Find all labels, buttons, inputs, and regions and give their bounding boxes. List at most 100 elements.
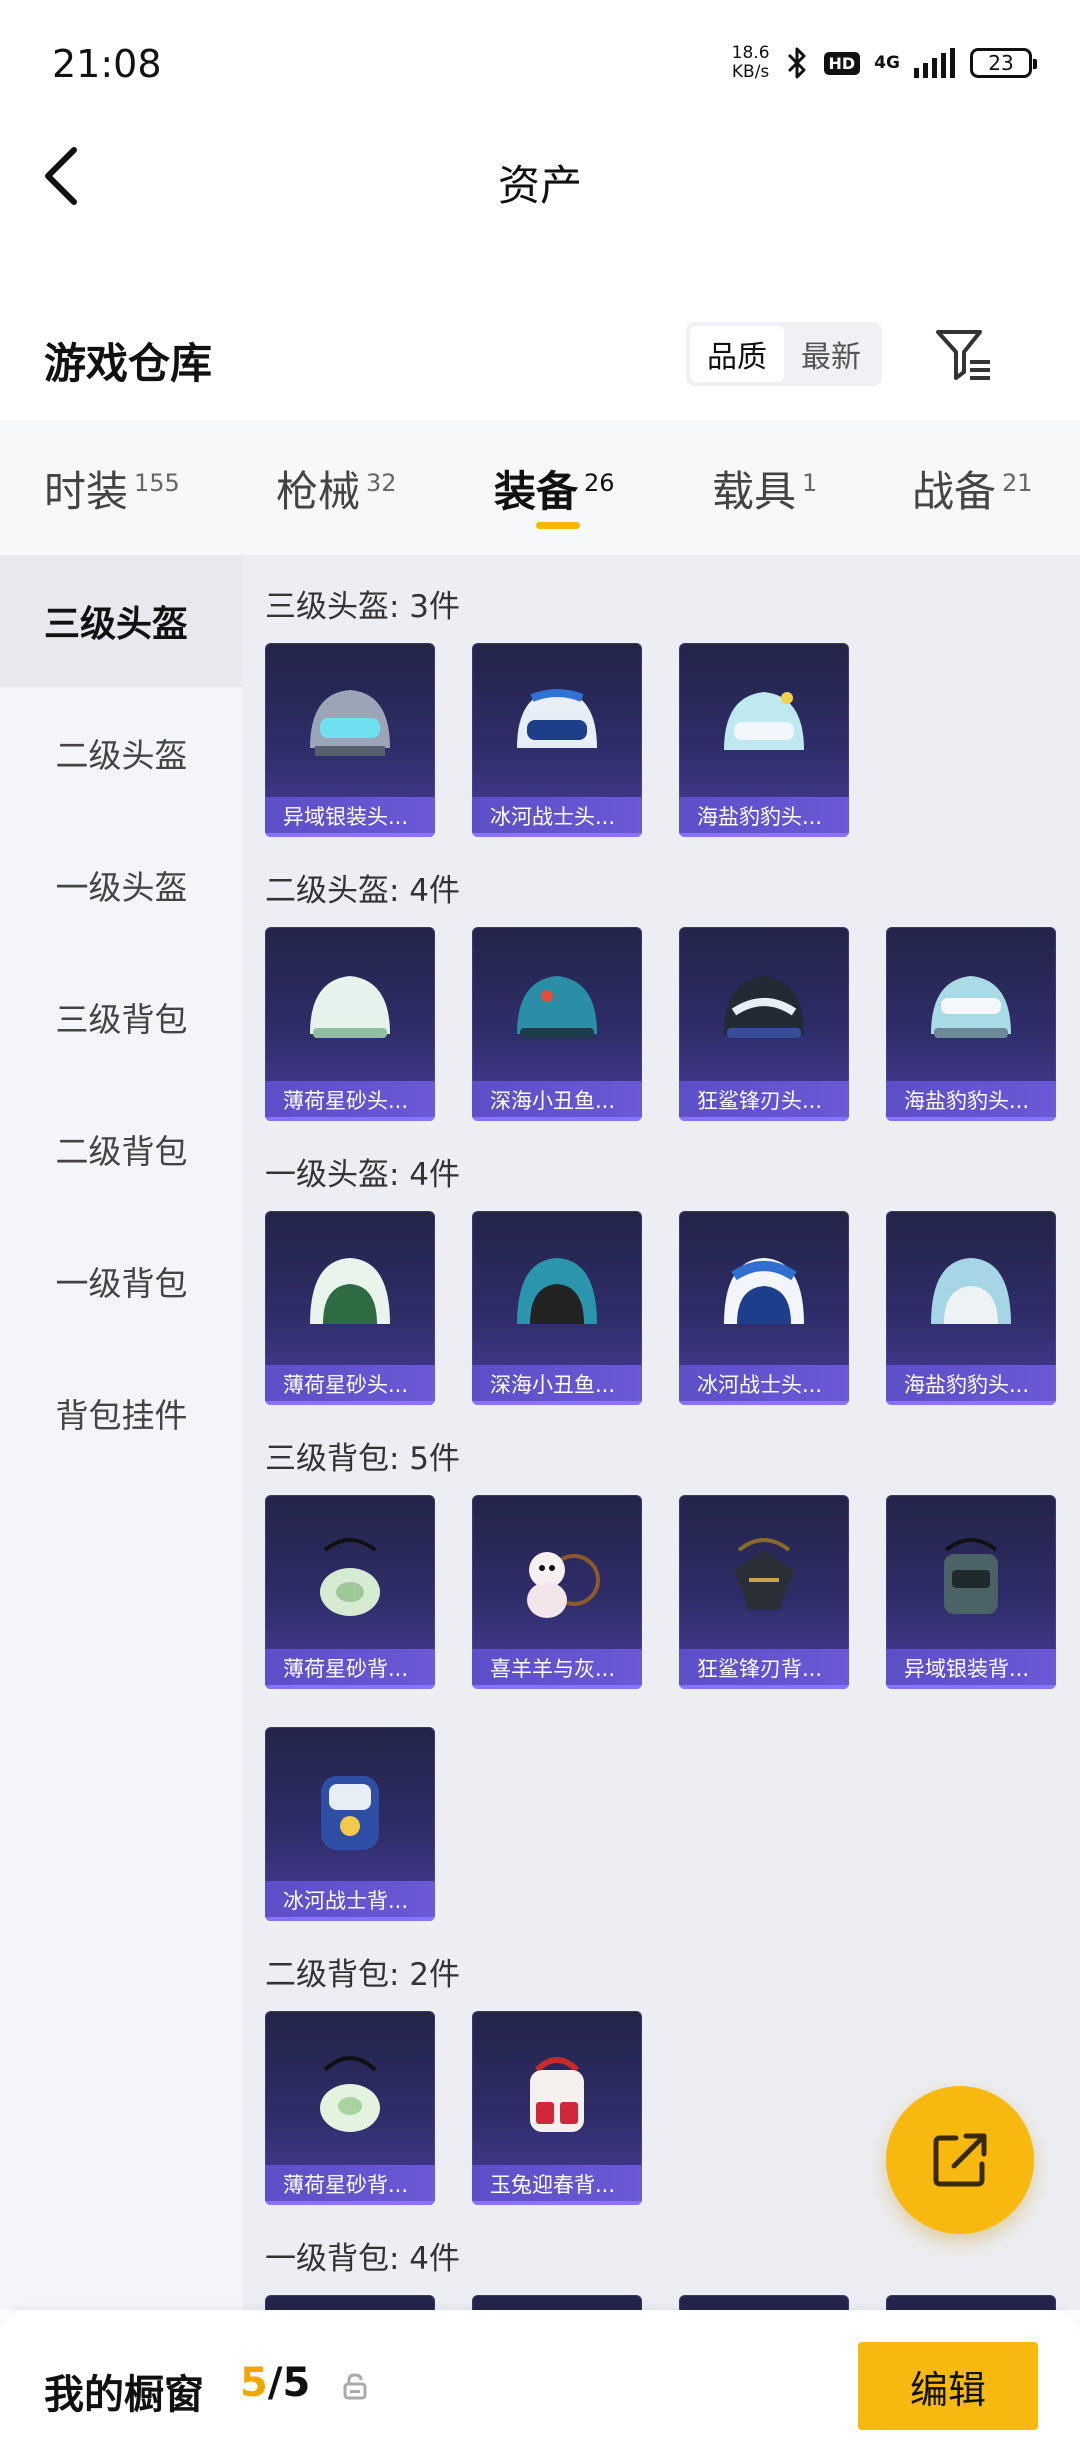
backpack-icon — [265, 1747, 435, 1877]
page-title: 资产 — [497, 161, 582, 210]
signal-icon — [914, 48, 956, 78]
tab-firearms[interactable]: 枪械 32 — [276, 458, 397, 519]
tab-count: 1 — [802, 469, 818, 497]
item-card[interactable] — [679, 2295, 849, 2310]
edit-button[interactable]: 编辑 — [858, 2342, 1038, 2430]
item-name: 薄荷星砂背... — [265, 2165, 435, 2205]
item-card[interactable]: 海盐豹豹头... — [886, 927, 1056, 1121]
rarity-bar — [886, 1117, 1056, 1121]
backpack-icon — [472, 1515, 642, 1645]
section-title: 三级背包: 5件 — [265, 1441, 461, 1477]
sidebar-item-level2-helmet[interactable]: 二级头盔 — [0, 687, 243, 819]
sidebar-item-level3-helmet[interactable]: 三级头盔 — [0, 555, 243, 687]
item-card[interactable]: 冰河战士背... — [265, 1727, 435, 1921]
item-card[interactable]: 薄荷星砂头... — [265, 927, 435, 1121]
item-card[interactable]: 狂鲨锋刃头... — [679, 927, 849, 1121]
helmet-icon — [679, 663, 849, 793]
item-card[interactable]: 狂鲨锋刃背... — [679, 1495, 849, 1689]
sidebar-item-level1-helmet[interactable]: 一级头盔 — [0, 819, 243, 951]
item-card[interactable]: 深海小丑鱼... — [472, 927, 642, 1121]
item-name: 海盐豹豹头... — [886, 1365, 1056, 1405]
helmet-icon — [265, 663, 435, 793]
tab-count: 155 — [134, 469, 180, 497]
rarity-bar — [679, 1401, 849, 1405]
tab-label: 枪械 — [276, 467, 361, 516]
rarity-bar — [886, 1685, 1056, 1689]
tab-fashion[interactable]: 时装 155 — [44, 458, 180, 519]
sort-by-newest[interactable]: 最新 — [784, 326, 878, 382]
rarity-bar — [265, 2201, 435, 2205]
lock-icon — [342, 2372, 368, 2404]
item-name: 喜羊羊与灰... — [472, 1649, 642, 1689]
helmet-icon — [679, 947, 849, 1077]
subcategory-sidebar: 三级头盔 二级头盔 一级头盔 三级背包 二级背包 一级背包 背包挂件 — [0, 555, 243, 2310]
item-card[interactable] — [265, 2295, 435, 2310]
rarity-bar — [886, 1401, 1056, 1405]
tab-equipment[interactable]: 装备 26 — [494, 458, 615, 519]
status-icons: 18.6 KB/s HD 4G 23 — [731, 43, 1037, 82]
item-name: 玉兔迎春背... — [472, 2165, 642, 2205]
net-speed-unit: KB/s — [731, 62, 770, 82]
tab-label: 装备 — [494, 467, 579, 516]
item-card[interactable] — [886, 2295, 1056, 2310]
rarity-bar — [679, 833, 849, 837]
item-name: 冰河战士头... — [679, 1365, 849, 1405]
backpack-icon — [265, 1515, 435, 1645]
bluetooth-icon — [784, 46, 810, 80]
helmet-icon — [679, 1231, 849, 1361]
item-card[interactable]: 异域银装背... — [886, 1495, 1056, 1689]
battery-level: 23 — [988, 51, 1014, 75]
item-name: 薄荷星砂头... — [265, 1365, 435, 1405]
rarity-bar — [472, 1401, 642, 1405]
item-name: 异域银装背... — [886, 1649, 1056, 1689]
sidebar-item-backpack-charm[interactable]: 背包挂件 — [0, 1347, 243, 1479]
showcase-label: 我的橱窗 — [44, 2372, 204, 2418]
sidebar-item-level1-backpack[interactable]: 一级背包 — [0, 1215, 243, 1347]
item-card[interactable]: 冰河战士头... — [679, 1211, 849, 1405]
section-title: 三级头盔: 3件 — [265, 589, 461, 625]
share-out-icon — [933, 2133, 987, 2187]
item-name: 海盐豹豹头... — [679, 797, 849, 837]
sort-toggle: 品质 最新 — [686, 322, 882, 386]
backpack-icon — [679, 1515, 849, 1645]
item-card[interactable]: 深海小丑鱼... — [472, 1211, 642, 1405]
item-card[interactable]: 海盐豹豹头... — [679, 643, 849, 837]
item-card[interactable]: 冰河战士头... — [472, 643, 642, 837]
net-speed-value: 18.6 — [731, 43, 770, 63]
warehouse-title: 游戏仓库 — [44, 339, 213, 388]
tab-supplies[interactable]: 战备 21 — [912, 458, 1033, 519]
item-card[interactable]: 薄荷星砂背... — [265, 2011, 435, 2205]
item-name: 狂鲨锋刃头... — [679, 1081, 849, 1121]
sidebar-item-level2-backpack[interactable]: 二级背包 — [0, 1083, 243, 1215]
tab-vehicles[interactable]: 载具 1 — [712, 458, 817, 519]
item-name: 冰河战士背... — [265, 1881, 435, 1921]
item-card[interactable]: 薄荷星砂背... — [265, 1495, 435, 1689]
helmet-icon — [886, 1231, 1056, 1361]
section-title: 一级头盔: 4件 — [265, 1157, 461, 1193]
rarity-bar — [472, 1685, 642, 1689]
rarity-bar — [265, 833, 435, 837]
share-out-button[interactable] — [886, 2086, 1034, 2234]
tab-label: 时装 — [44, 467, 129, 516]
item-card[interactable]: 喜羊羊与灰... — [472, 1495, 642, 1689]
item-card[interactable]: 薄荷星砂头... — [265, 1211, 435, 1405]
app-header: 资产 — [0, 130, 1080, 220]
section-title: 二级头盔: 4件 — [265, 873, 461, 909]
item-name: 深海小丑鱼... — [472, 1365, 642, 1405]
item-card[interactable]: 异域银装头... — [265, 643, 435, 837]
tab-count: 32 — [366, 469, 397, 497]
hd-badge: HD — [823, 51, 861, 75]
item-card[interactable] — [472, 2295, 642, 2310]
helmet-icon — [886, 947, 1056, 1077]
helmet-icon — [265, 1231, 435, 1361]
rarity-bar — [265, 1401, 435, 1405]
filter-icon[interactable] — [934, 326, 994, 384]
sort-by-quality[interactable]: 品质 — [690, 326, 784, 382]
sidebar-item-level3-backpack[interactable]: 三级背包 — [0, 951, 243, 1083]
rarity-bar — [472, 2201, 642, 2205]
status-time: 21:08 — [52, 42, 162, 86]
backpack-icon — [886, 1515, 1056, 1645]
item-card[interactable]: 海盐豹豹头... — [886, 1211, 1056, 1405]
item-card[interactable]: 玉兔迎春背... — [472, 2011, 642, 2205]
showcase-separator: / — [267, 2360, 283, 2406]
